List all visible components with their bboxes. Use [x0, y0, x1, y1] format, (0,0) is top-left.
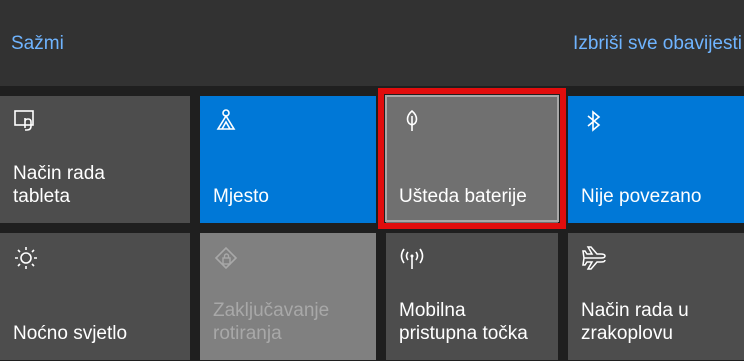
collapse-button[interactable]: Sažmi — [11, 33, 64, 55]
tile-label: Mjesto — [213, 186, 269, 207]
quick-action-location[interactable]: Mjesto — [200, 96, 376, 223]
tile-label: Noćno svjetlo — [13, 323, 128, 344]
quick-action-mobile-hotspot[interactable]: Mobilna pristupna točka — [386, 233, 558, 360]
tile-label: Zaključavanje rotiranja — [213, 300, 330, 344]
tile-label: Ušteda baterije — [399, 186, 527, 207]
tile-label: Način rada u zrakoplovu — [581, 300, 689, 344]
quick-action-battery-saver[interactable]: Ušteda baterije — [386, 96, 558, 223]
mobile-hotspot-icon — [399, 245, 425, 271]
quick-action-tablet-mode[interactable]: Način rada tableta — [0, 96, 190, 223]
quick-action-night-light[interactable]: Noćno svjetlo — [0, 233, 190, 360]
notifications-header: Sažmi Izbriši sve obavijesti — [0, 0, 744, 86]
night-light-icon — [13, 245, 39, 271]
airplane-mode-icon — [581, 245, 607, 271]
quick-action-airplane-mode[interactable]: Način rada u zrakoplovu — [568, 233, 744, 360]
battery-saver-icon — [399, 108, 425, 134]
quick-action-rotation-lock[interactable]: Zaključavanje rotiranja — [200, 233, 376, 360]
bluetooth-icon — [581, 108, 607, 134]
tablet-mode-icon — [13, 108, 39, 134]
tile-label: Mobilna pristupna točka — [399, 300, 528, 344]
tile-label: Nije povezano — [581, 186, 702, 207]
rotation-lock-icon — [213, 245, 239, 271]
location-icon — [213, 108, 239, 134]
tile-label: Način rada tableta — [13, 163, 105, 207]
action-center-panel: Sažmi Izbriši sve obavijesti Način rada … — [0, 0, 744, 361]
quick-action-bluetooth[interactable]: Nije povezano — [568, 96, 744, 223]
clear-all-notifications-button[interactable]: Izbriši sve obavijesti — [573, 33, 742, 55]
